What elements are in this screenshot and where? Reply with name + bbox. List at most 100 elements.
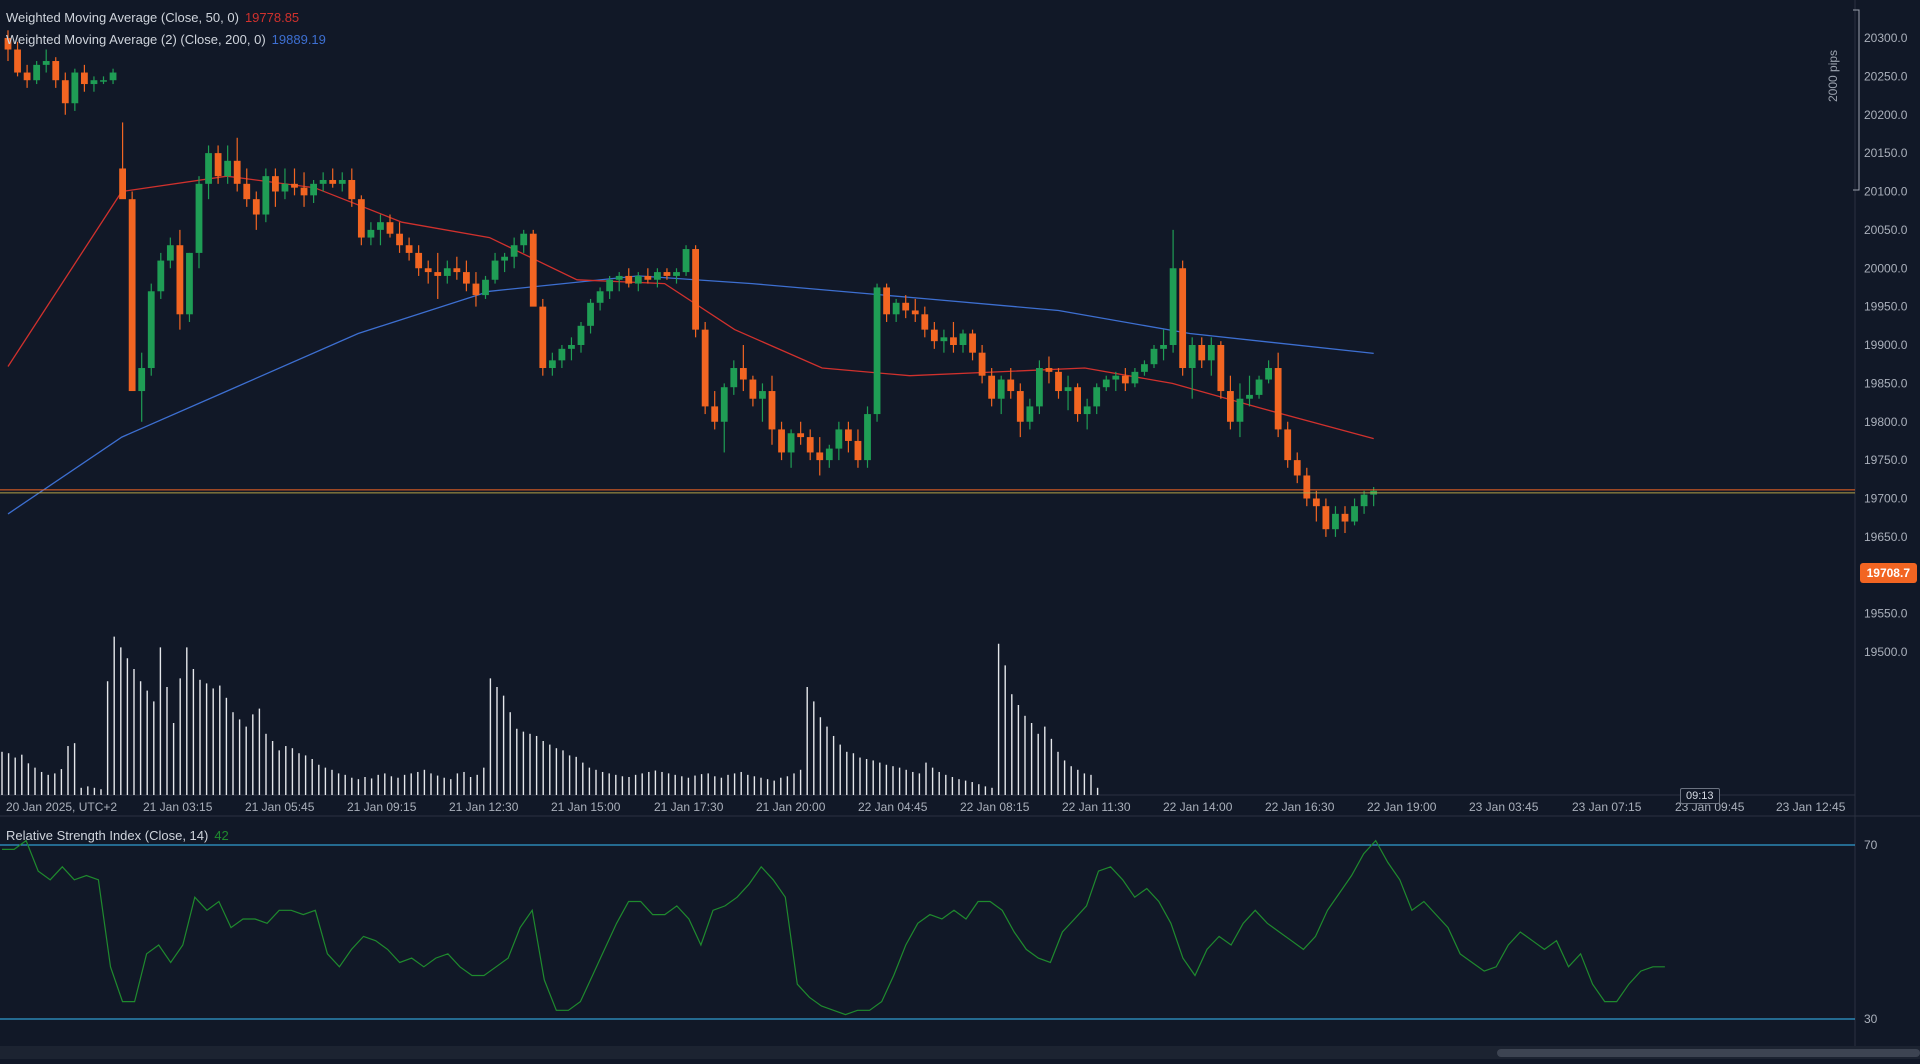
candle-body: [71, 72, 79, 104]
candle-body: [1265, 368, 1272, 380]
candle-body: [1102, 379, 1110, 388]
time-tick-label: 21 Jan 09:15: [347, 800, 417, 814]
candle-body: [606, 279, 614, 292]
candle-body: [778, 429, 785, 453]
time-tick-label: 21 Jan 17:30: [654, 800, 724, 814]
candle-body: [1160, 345, 1167, 349]
time-tick-label: 23 Jan 07:15: [1572, 800, 1642, 814]
time-tick-label: 21 Jan 03:15: [143, 800, 213, 814]
candle-body: [128, 199, 136, 392]
candle-body: [415, 252, 423, 269]
candle-body: [577, 325, 585, 345]
candle-body: [1274, 368, 1282, 430]
candle-body: [596, 291, 604, 303]
price-tick-label: 20000.0: [1864, 261, 1908, 275]
candle-body: [711, 406, 719, 422]
candle-body: [1255, 379, 1263, 395]
candle-body: [1150, 348, 1158, 365]
scrollbar-thumb[interactable]: [1497, 1049, 1920, 1057]
candle-body: [682, 249, 690, 273]
candle-body: [195, 183, 203, 253]
candle-body: [997, 379, 1005, 399]
candle-body: [186, 252, 193, 315]
candle-body: [1188, 345, 1196, 369]
price-tick-label: 19650.0: [1864, 530, 1908, 544]
candle-body: [873, 287, 881, 415]
candle-body: [1055, 371, 1062, 392]
candle-body: [988, 375, 996, 399]
candle-body: [730, 368, 738, 388]
candle-body: [1045, 368, 1053, 372]
candle-body: [90, 80, 98, 85]
candle-body: [568, 345, 575, 349]
time-tick-label: 20 Jan 2025, UTC+2: [6, 800, 117, 814]
candle-body: [1293, 460, 1301, 476]
candle-body: [787, 433, 795, 453]
time-tick-label: 21 Jan 15:00: [551, 800, 621, 814]
candle-body: [816, 452, 824, 461]
candle-body: [214, 153, 222, 177]
time-tick-label: 22 Jan 08:15: [960, 800, 1030, 814]
candle-body: [1016, 391, 1024, 422]
candle-body: [1341, 513, 1349, 522]
candle-body: [1093, 387, 1101, 407]
candle-body: [1083, 406, 1091, 415]
candle-body: [463, 272, 470, 284]
candle-body: [1179, 268, 1187, 369]
time-tick-label: 23 Jan 12:45: [1776, 800, 1846, 814]
rsi-tick-label: 70: [1864, 838, 1878, 852]
candle-body: [1312, 498, 1320, 507]
candle-body: [883, 287, 890, 315]
candle-body: [902, 302, 910, 311]
candle-body: [978, 352, 986, 376]
candle-body: [701, 329, 709, 407]
candle-body: [224, 160, 232, 177]
time-tick-label: 22 Jan 11:30: [1062, 800, 1131, 814]
wma200-legend: Weighted Moving Average (2) (Close, 200,…: [6, 32, 326, 47]
candle-body: [797, 433, 805, 438]
rsi-tick-label: 30: [1864, 1012, 1878, 1026]
candle-body: [205, 153, 212, 184]
candle-body: [386, 222, 394, 234]
candle-body: [52, 61, 60, 81]
candle-body: [482, 279, 489, 296]
candle-body: [634, 275, 642, 284]
candle-body: [1036, 368, 1043, 407]
price-tick-label: 19950.0: [1864, 300, 1908, 314]
candle-body: [119, 168, 126, 200]
candle-body: [61, 80, 69, 104]
candle-body: [1284, 429, 1292, 461]
candle-body: [233, 160, 241, 184]
price-tick-label: 19750.0: [1864, 453, 1908, 467]
time-tick-label: 21 Jan 20:00: [756, 800, 826, 814]
candle-body: [558, 348, 566, 361]
candle-body: [81, 72, 88, 85]
price-tick-label: 20250.0: [1864, 69, 1908, 83]
candle-body: [472, 283, 480, 296]
candle-body: [768, 391, 776, 430]
candle-body: [539, 306, 547, 369]
time-tick-label: 23 Jan 03:45: [1469, 800, 1539, 814]
candle-body: [157, 260, 165, 292]
candle-body: [1198, 345, 1206, 361]
time-tick-label: 22 Jan 16:30: [1265, 800, 1335, 814]
candle-body: [1332, 513, 1339, 530]
candle-body: [1026, 406, 1034, 422]
candle-body: [1131, 371, 1139, 384]
candle-body: [166, 245, 174, 261]
candle-body: [291, 183, 298, 188]
time-tick-label: 22 Jan 04:45: [858, 800, 928, 814]
candle-body: [100, 80, 107, 82]
time-tick-label: 21 Jan 05:45: [245, 800, 315, 814]
crosshair-time-badge: 09:13: [1680, 788, 1720, 804]
candle-body: [33, 64, 41, 81]
price-tick-label: 20150.0: [1864, 146, 1908, 160]
candle-body: [959, 333, 967, 345]
candle-body: [14, 49, 21, 73]
candle-body: [501, 256, 508, 261]
chart-svg[interactable]: 20300.0 20250.0 20200.0 20150.0 20100.0 20050…: [0, 0, 1920, 1059]
rsi-legend: Relative Strength Index (Close, 14) 42: [6, 828, 229, 843]
price-tick-label: 19900.0: [1864, 338, 1908, 352]
candle-body: [644, 275, 652, 280]
candle-body: [529, 233, 537, 307]
